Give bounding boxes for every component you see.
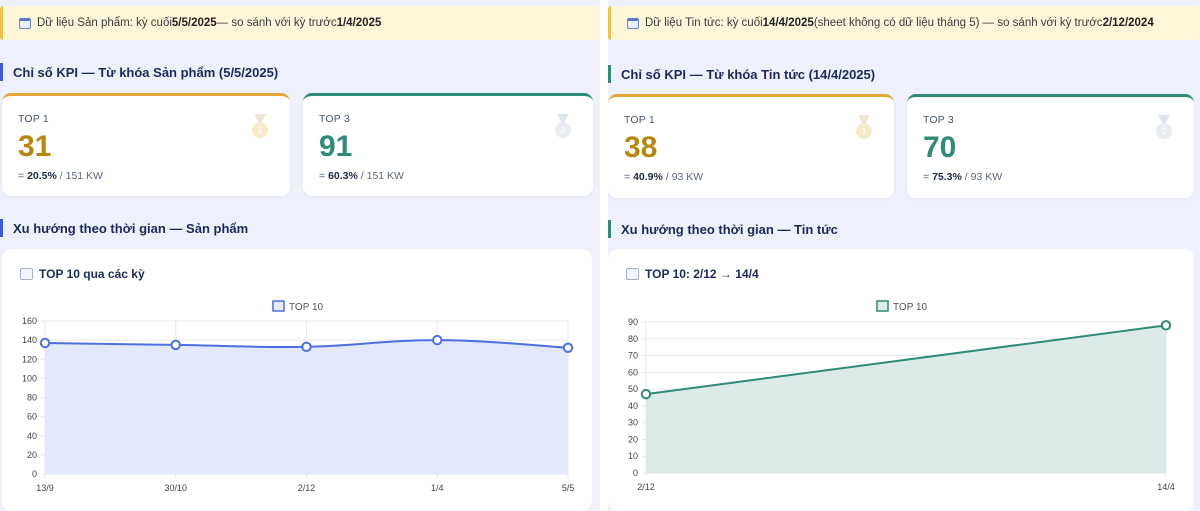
banner-prev-period: 1/4/2025 bbox=[336, 17, 382, 29]
banner-text: (sheet không có dữ liệu tháng 5) — so sá… bbox=[813, 17, 1103, 29]
trend-section-title: Xu hướng theo thời gian — Sản phẩm bbox=[0, 219, 248, 237]
kpi-label: TOP 1 bbox=[18, 113, 49, 125]
calendar-icon bbox=[19, 17, 31, 29]
kpi-value: 70 bbox=[923, 131, 957, 164]
svg-text:1: 1 bbox=[257, 126, 262, 135]
data-info-banner: Dữ liệu Tin tức: kỳ cuối 14/4/2025 (shee… bbox=[608, 6, 1200, 40]
y-tick-label: 60 bbox=[628, 367, 638, 377]
kpi-label: TOP 3 bbox=[319, 113, 350, 125]
kpi-subtext: = 20.5% / 151 KW bbox=[18, 170, 103, 182]
data-point bbox=[1160, 320, 1172, 331]
x-tick-label: 2/12 bbox=[637, 482, 655, 492]
news-panel: Dữ liệu Tin tức: kỳ cuối 14/4/2025 (shee… bbox=[608, 0, 1200, 511]
x-tick-label: 30/10 bbox=[164, 483, 187, 493]
gold-medal-icon: 1 bbox=[252, 114, 268, 138]
products-panel: Dữ liệu Sản phẩm: kỳ cuối 5/5/2025 — so … bbox=[0, 0, 600, 511]
x-tick-label: 5/5 bbox=[562, 483, 575, 493]
y-tick-label: 60 bbox=[27, 412, 37, 422]
legend-swatch bbox=[272, 300, 285, 312]
y-tick-label: 80 bbox=[27, 393, 37, 403]
data-point bbox=[301, 341, 312, 353]
y-tick-label: 40 bbox=[628, 401, 638, 411]
trend-chart-card: TOP 10 qua các kỳ 0 20 40 60 80 100 120 140 160 1… bbox=[2, 249, 592, 511]
kpi-label: TOP 3 bbox=[923, 114, 954, 126]
kpi-value: 91 bbox=[319, 130, 353, 163]
banner-last-period: 5/5/2025 bbox=[171, 17, 217, 29]
data-point bbox=[640, 388, 652, 400]
kpi-value: 38 bbox=[624, 131, 658, 164]
banner-text: Dữ liệu Tin tức: kỳ cuối bbox=[645, 17, 763, 29]
kpi-card-top1: TOP 1 31 = 20.5% / 151 KW 1 bbox=[2, 93, 290, 196]
y-tick-label: 120 bbox=[22, 354, 37, 364]
trend-section-title: Xu hướng theo thời gian — Tin tức bbox=[608, 220, 838, 238]
data-point bbox=[432, 334, 443, 346]
legend-swatch bbox=[876, 300, 889, 312]
x-tick-label: 13/9 bbox=[36, 483, 54, 493]
banner-prev-period: 2/12/2024 bbox=[1102, 17, 1154, 29]
y-tick-label: 80 bbox=[628, 334, 638, 344]
x-tick-label: 14/4 bbox=[1157, 482, 1175, 492]
y-tick-label: 90 bbox=[628, 317, 638, 327]
gold-medal-icon: 1 bbox=[856, 115, 872, 139]
silver-medal-icon: 2 bbox=[1156, 115, 1172, 139]
legend-label: TOP 10 bbox=[289, 302, 324, 313]
kpi-subtext: = 60.3% / 151 KW bbox=[319, 170, 404, 182]
svg-text:2: 2 bbox=[560, 126, 565, 135]
line-chart: 0 20 40 60 80 100 120 140 160 13/9 30/10 2/12 1/4 5/5… bbox=[22, 300, 575, 493]
y-tick-label: 20 bbox=[628, 434, 638, 444]
y-tick-label: 40 bbox=[27, 431, 37, 441]
trend-chart-card: TOP 10: 2/12 → 14/4 0 10 20 30 40 50 60 70 80 90 2… bbox=[608, 249, 1194, 511]
y-tick-label: 0 bbox=[32, 469, 37, 479]
y-tick-label: 10 bbox=[628, 451, 638, 461]
y-tick-label: 50 bbox=[628, 384, 638, 394]
x-tick-label: 2/12 bbox=[298, 483, 316, 493]
kpi-label: TOP 1 bbox=[624, 114, 655, 126]
banner-text: — so sánh với kỳ trước bbox=[216, 17, 337, 29]
y-tick-label: 20 bbox=[27, 450, 37, 460]
data-point bbox=[39, 337, 51, 349]
kpi-subtext: = 75.3% / 93 KW bbox=[923, 171, 1003, 183]
kpi-card-top3: TOP 3 70 = 75.3% / 93 KW 2 bbox=[907, 94, 1194, 198]
x-tick-label: 1/4 bbox=[431, 483, 444, 493]
legend-label: TOP 10 bbox=[893, 302, 928, 313]
y-tick-label: 0 bbox=[633, 468, 638, 478]
kpi-card-top1: TOP 1 38 = 40.9% / 93 KW 1 bbox=[608, 94, 894, 198]
data-point bbox=[170, 339, 181, 351]
svg-text:1: 1 bbox=[861, 127, 866, 136]
y-tick-label: 70 bbox=[628, 351, 638, 361]
y-tick-label: 100 bbox=[22, 373, 37, 383]
line-chart: 0 10 20 30 40 50 60 70 80 90 2/12 14/4 TOP 10 bbox=[628, 300, 1175, 492]
y-tick-label: 30 bbox=[628, 418, 638, 428]
data-info-banner: Dữ liệu Sản phẩm: kỳ cuối 5/5/2025 — so … bbox=[0, 6, 600, 40]
calendar-icon bbox=[627, 17, 639, 29]
data-point bbox=[562, 342, 574, 353]
kpi-section-title: Chỉ số KPI — Từ khóa Tin tức (14/4/2025) bbox=[608, 65, 875, 83]
series-area bbox=[45, 340, 568, 474]
silver-medal-icon: 2 bbox=[555, 114, 571, 138]
series-area bbox=[646, 325, 1166, 473]
kpi-section-title: Chỉ số KPI — Từ khóa Sản phẩm (5/5/2025) bbox=[0, 63, 278, 81]
y-tick-label: 140 bbox=[22, 335, 37, 345]
kpi-card-top3: TOP 3 91 = 60.3% / 151 KW 2 bbox=[303, 93, 593, 196]
kpi-value: 31 bbox=[18, 130, 52, 163]
banner-text: Dữ liệu Sản phẩm: kỳ cuối bbox=[37, 17, 172, 29]
kpi-subtext: = 40.9% / 93 KW bbox=[624, 171, 704, 183]
banner-last-period: 14/4/2025 bbox=[762, 17, 814, 29]
svg-text:2: 2 bbox=[1161, 127, 1166, 136]
y-tick-label: 160 bbox=[22, 316, 37, 326]
